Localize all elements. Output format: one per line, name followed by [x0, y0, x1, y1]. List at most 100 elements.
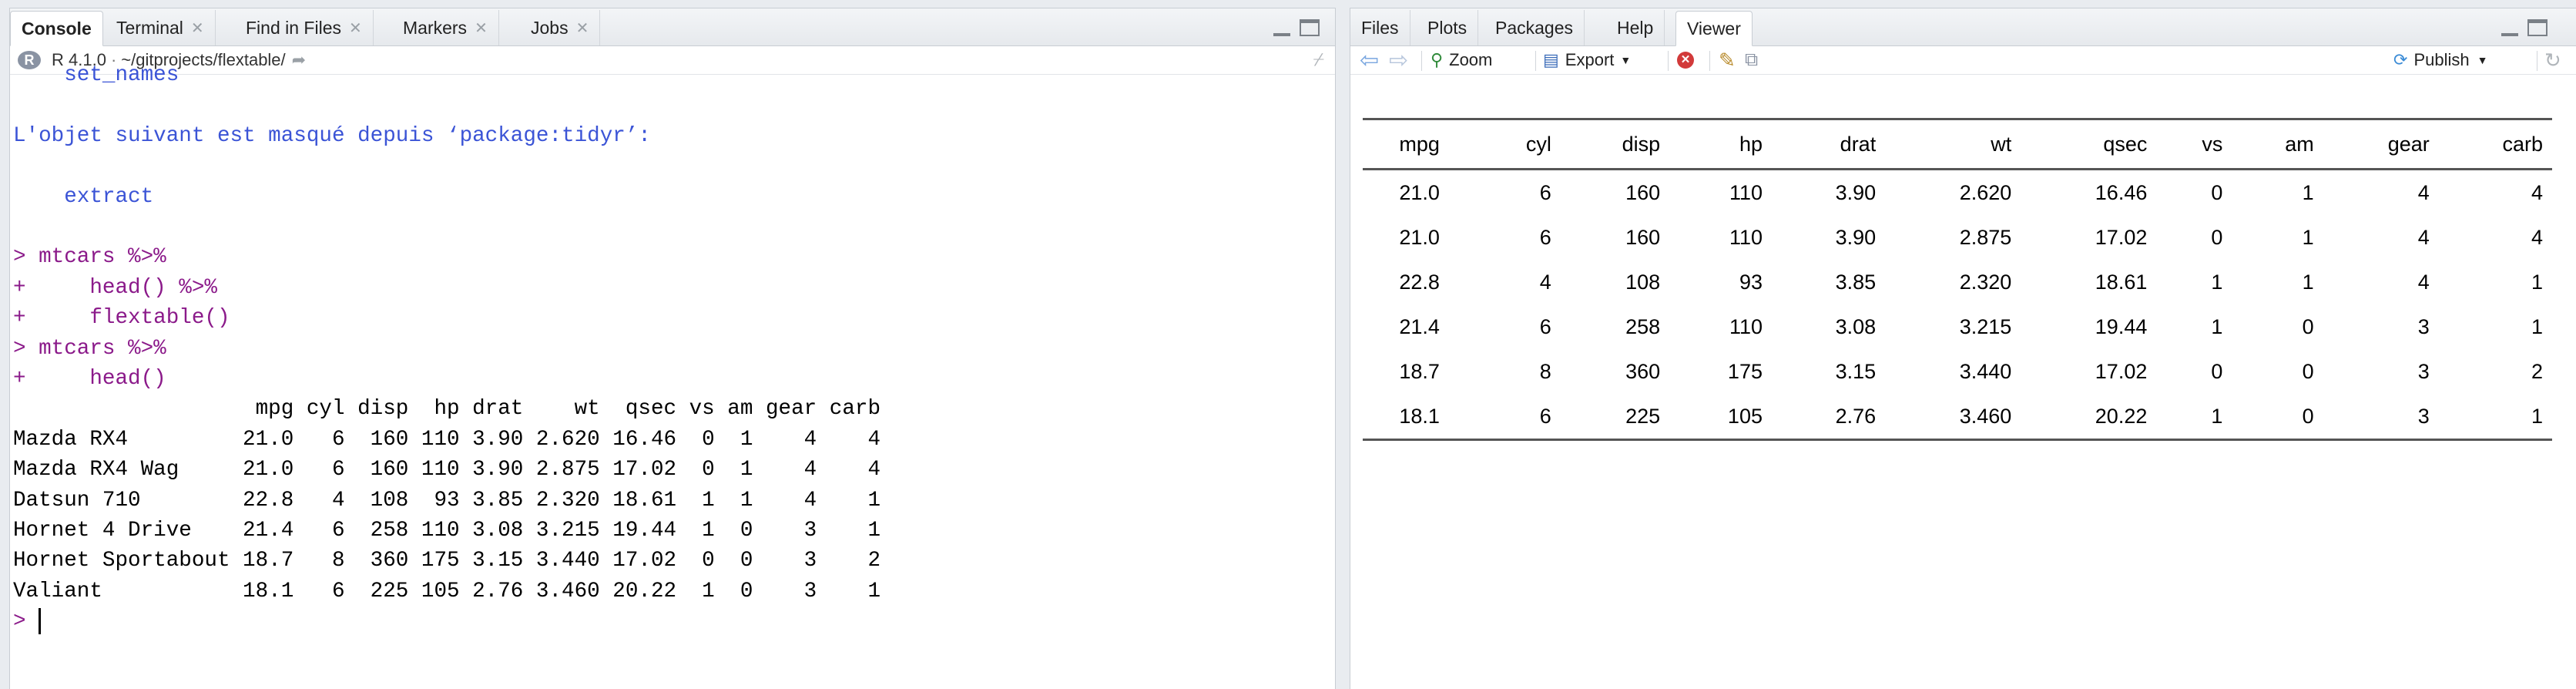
table-cell: 19.44: [2095, 314, 2148, 338]
table-cell: 22.8: [1399, 270, 1440, 294]
table-cell: 1: [2211, 314, 2223, 338]
table-cell: 2.875: [1959, 225, 2012, 249]
console-input-line[interactable]: >: [13, 607, 42, 637]
table-cell: 108: [1625, 270, 1661, 294]
close-icon[interactable]: ✕: [576, 18, 589, 38]
publish-button[interactable]: ⟳ Publish ▼: [2393, 46, 2487, 74]
tab-find-in-files[interactable]: Find in Files ✕: [235, 10, 374, 45]
table-cell: 258: [1625, 314, 1661, 338]
table-cell: 1: [2438, 394, 2552, 441]
close-icon[interactable]: ✕: [475, 18, 488, 38]
go-to-directory-icon[interactable]: ➦: [292, 50, 306, 70]
column-header: drat: [1771, 118, 1886, 170]
remove-icon: ✕: [1677, 52, 1694, 69]
clear-all-broom-icon[interactable]: ✎: [1719, 46, 1736, 74]
toolbar-separator: [1709, 51, 1710, 71]
column-header: vs: [2156, 118, 2232, 170]
console-line: L'objet suivant est masqué depuis ‘packa…: [13, 123, 651, 148]
table-body: 21.0 6 160 110 3.90 2.620 16.46 0 1 4 4 21.0 6 160 110…: [1363, 170, 2552, 441]
export-button[interactable]: ▤ Export ▼: [1543, 46, 1631, 74]
table-cell: 1: [2156, 394, 2232, 441]
console-line: + head() %>%: [13, 275, 217, 300]
table-cell: 6: [1539, 225, 1551, 249]
close-icon[interactable]: ✕: [349, 18, 362, 38]
publish-icon: ⟳: [2393, 50, 2408, 69]
console-info-bar: R R 4.1.0 · ~/gitprojects/flextable/ ➦ ⌿: [10, 46, 1335, 75]
toolbar-separator: [1421, 51, 1422, 71]
tab-terminal[interactable]: Terminal ✕: [106, 10, 216, 45]
console-tabbar: Console Terminal ✕ Find in Files ✕ Markers…: [10, 8, 1335, 46]
tab-files[interactable]: Files: [1350, 10, 1410, 45]
table-cell: 0: [2232, 394, 2323, 441]
table-row: 21.4 6 258 110 3.08 3.215 19.44 1 0 3 1: [1363, 304, 2552, 349]
tab-console[interactable]: Console: [10, 11, 103, 46]
remove-viewer-button[interactable]: ✕: [1677, 46, 1694, 74]
table-cell: 3.215: [1959, 314, 2012, 338]
table-row: 18.1 6 225 105 2.76 3.460 20.22 1 0 3 1: [1363, 394, 2552, 441]
column-header: disp: [1560, 118, 1670, 170]
table-cell: 3.08: [1835, 314, 1877, 338]
tab-plots[interactable]: Plots: [1417, 10, 1479, 45]
table-cell: 2.320: [1959, 270, 2012, 294]
table-cell: 18.7: [1399, 359, 1440, 383]
console-line: Hornet Sportabout 18.7 8 360 175 3.15 3.…: [13, 549, 881, 573]
tab-packages[interactable]: Packages: [1484, 10, 1585, 45]
tab-label: Terminal: [116, 17, 183, 38]
tab-jobs[interactable]: Jobs ✕: [520, 10, 601, 45]
tab-help[interactable]: Help: [1606, 10, 1665, 45]
table-cell: 4: [2531, 225, 2543, 249]
table-cell: 2.620: [1959, 180, 2012, 204]
table-cell: 1: [2302, 180, 2314, 204]
table-row: 22.8 4 108 93 3.85 2.320 18.61 1 1 4 1: [1363, 260, 2552, 304]
zoom-label: Zoom: [1449, 50, 1493, 69]
tab-label: Viewer: [1687, 18, 1741, 39]
column-header: am: [2232, 118, 2323, 170]
column-header: gear: [2323, 118, 2439, 170]
table-cell: 110: [1729, 314, 1763, 338]
table-cell: 0: [2211, 225, 2223, 249]
table-cell: 6: [1476, 394, 1561, 441]
table-cell: 21.0: [1399, 225, 1440, 249]
table-cell: 110: [1729, 225, 1763, 249]
table-cell: 1: [2302, 225, 2314, 249]
table-cell: 2: [2531, 359, 2543, 383]
table-cell: 110: [1729, 180, 1763, 204]
table-cell: 1: [2531, 314, 2543, 338]
viewer-toolbar: ⇦ ⇨ ⚲ Zoom ▤ Export ▼ ✕ ✎ ⧉ ⟳ Publish ▼ ↻: [1350, 46, 2576, 75]
column-header: cyl: [1476, 118, 1561, 170]
tab-markers[interactable]: Markers ✕: [392, 10, 499, 45]
table-cell: 105: [1669, 394, 1772, 441]
table-cell: 20.22: [2021, 394, 2157, 441]
column-header: hp: [1669, 118, 1772, 170]
close-icon[interactable]: ✕: [191, 18, 204, 38]
table-cell: 3.90: [1835, 225, 1877, 249]
minimize-icon[interactable]: [1273, 22, 1290, 36]
maximize-icon[interactable]: [1300, 19, 1320, 36]
clear-console-icon[interactable]: ⌿: [1313, 49, 1324, 71]
open-in-window-icon[interactable]: ⧉: [1745, 46, 1758, 74]
table-cell: 93: [1739, 270, 1763, 294]
table-row: 18.7 8 360 175 3.15 3.440 17.02 0 0 3 2: [1363, 349, 2552, 394]
console-line: > mtcars %>%: [13, 336, 166, 361]
minimize-icon[interactable]: [2501, 22, 2518, 36]
table-cell: 0: [2302, 359, 2314, 383]
table-cell: 18.1: [1363, 394, 1477, 441]
maximize-icon[interactable]: [2527, 19, 2547, 36]
back-arrow-icon[interactable]: ⇦: [1360, 46, 1379, 74]
zoom-button[interactable]: ⚲ Zoom: [1431, 46, 1492, 74]
table-cell: 0: [2211, 180, 2223, 204]
column-header: qsec: [2021, 118, 2157, 170]
table-cell: 3: [2417, 359, 2430, 383]
table-cell: 16.46: [2095, 180, 2148, 204]
table-cell: 1: [2531, 270, 2543, 294]
forward-arrow-icon[interactable]: ⇨: [1389, 46, 1408, 74]
console-output[interactable]: set_names L'objet suivant est masqué depu…: [10, 63, 1335, 689]
viewer-pane: Files Plots Packages Help Viewer ⇦ ⇨ ⚲ Zo…: [1350, 8, 2576, 689]
console-line: Mazda RX4 Wag 21.0 6 160 110 3.90 2.875 …: [13, 458, 881, 482]
refresh-icon[interactable]: ↻: [2544, 46, 2561, 74]
export-label: Export: [1565, 50, 1615, 69]
table-cell: 17.02: [2095, 225, 2148, 249]
table-cell: 18.61: [2095, 270, 2148, 294]
tab-viewer[interactable]: Viewer: [1675, 11, 1753, 46]
column-header: mpg: [1363, 118, 1477, 170]
